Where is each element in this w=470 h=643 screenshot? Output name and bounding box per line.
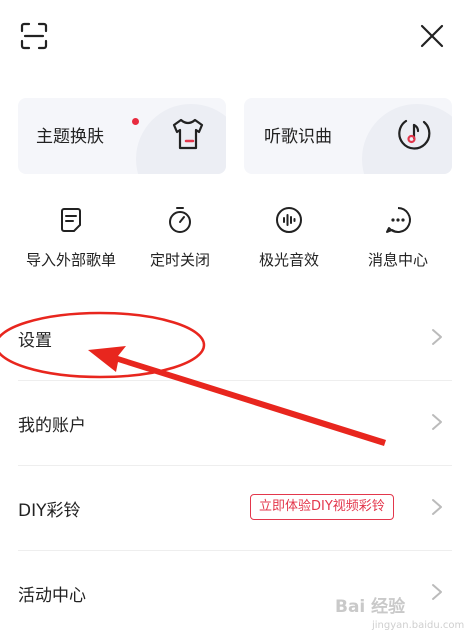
timer-label: 定时关闭	[149, 251, 210, 269]
diy-ringtone-label: DIY彩铃	[18, 501, 81, 521]
sound-effect-action[interactable]: 极光音效	[234, 205, 344, 270]
timer-icon	[169, 207, 191, 233]
import-playlist-label: 导入外部歌单	[25, 251, 116, 269]
music-recognize-icon	[398, 119, 431, 150]
row-my-account[interactable]: 我的账户	[0, 381, 470, 465]
chevron-right-icon	[432, 584, 442, 600]
message-icon	[386, 207, 411, 233]
timer-action[interactable]: 定时关闭	[125, 205, 235, 270]
song-recognition-card[interactable]: 听歌识曲	[244, 98, 452, 174]
chevron-right-icon	[432, 499, 442, 515]
theme-skin-label: 主题换肤	[36, 127, 104, 147]
my-account-label: 我的账户	[18, 416, 86, 436]
settings-label: 设置	[18, 331, 52, 351]
theme-skin-card[interactable]: 主题换肤	[18, 98, 226, 174]
watermark-url: jingyan.baidu.com	[372, 620, 465, 631]
import-playlist-icon	[61, 208, 81, 232]
sound-effect-icon	[276, 207, 302, 233]
message-center-label: 消息中心	[367, 251, 428, 269]
activity-center-label: 活动中心	[18, 586, 86, 606]
row-settings[interactable]: 设置	[0, 296, 470, 380]
diy-video-ringtone-badge[interactable]: 立即体验DIY视频彩铃	[250, 494, 394, 520]
tshirt-icon	[172, 118, 204, 150]
sound-effect-label: 极光音效	[258, 251, 319, 269]
chevron-right-icon	[432, 329, 442, 345]
close-icon[interactable]	[418, 22, 446, 50]
song-recognition-label: 听歌识曲	[264, 127, 332, 147]
watermark: Bai 经验	[335, 597, 406, 617]
message-center-action[interactable]: 消息中心	[343, 205, 453, 270]
import-playlist-action[interactable]: 导入外部歌单	[16, 205, 126, 270]
chevron-right-icon	[432, 414, 442, 430]
scan-icon[interactable]	[20, 22, 48, 50]
row-diy-ringtone[interactable]: DIY彩铃 立即体验DIY视频彩铃	[0, 466, 470, 550]
notification-dot	[132, 118, 139, 125]
